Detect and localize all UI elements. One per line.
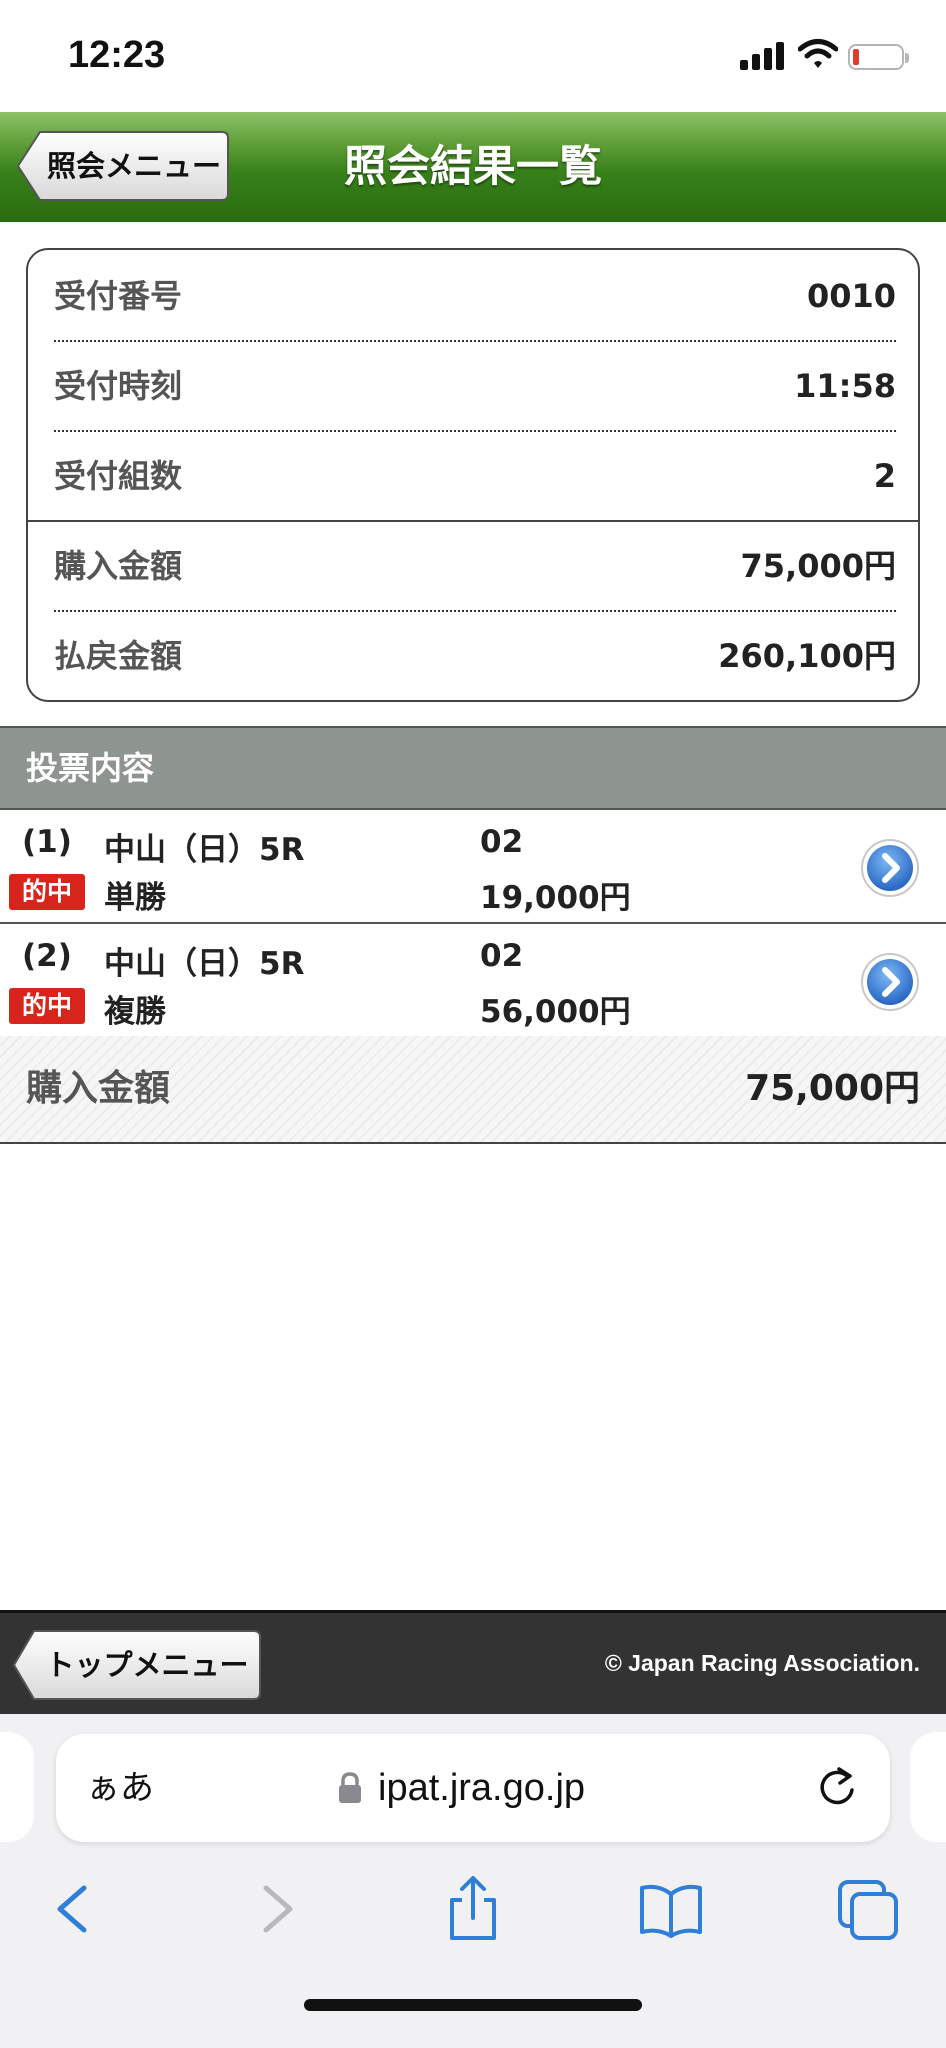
bet-amount: 56,000円: [480, 994, 631, 1030]
tabs-icon[interactable]: [834, 1874, 904, 1944]
summary-value: 75,000円: [740, 547, 897, 585]
summary-value: 0010: [806, 277, 896, 315]
summary-value: 260,100円: [718, 637, 896, 675]
section-title: 投票内容: [26, 749, 155, 787]
bet-row[interactable]: (1) 的中 中山（日）5R 単勝 02 19,000円: [0, 810, 946, 924]
summary-row-set-count: 受付組数 2: [54, 432, 896, 520]
summary-row-receipt-number: 受付番号 0010: [54, 252, 896, 340]
bet-amount: 19,000円: [480, 880, 631, 916]
bookmarks-icon[interactable]: [636, 1874, 706, 1944]
hit-badge: 的中: [9, 874, 85, 910]
status-bar: 12:23: [0, 0, 946, 112]
summary-value: 2: [873, 457, 896, 495]
forward-arrow-icon[interactable]: [242, 1874, 312, 1944]
bet-horse-number: 02: [480, 938, 524, 974]
summary-label: 受付時刻: [54, 367, 183, 405]
cellular-signal-icon: [740, 42, 784, 70]
summary-label: 受付番号: [54, 277, 183, 315]
next-tab-edge[interactable]: [910, 1732, 946, 1842]
summary-label: 払戻金額: [54, 637, 183, 675]
bet-row[interactable]: (2) 的中 中山（日）5R 複勝 02 56,000円: [0, 924, 946, 1038]
nav-header: 照会メニュー 照会結果一覧: [0, 112, 946, 222]
bet-type: 単勝: [104, 880, 166, 916]
copyright-text: © Japan Racing Association.: [604, 1650, 920, 1676]
address-bar[interactable]: ぁあ ipat.jra.go.jp: [56, 1734, 890, 1842]
summary-label: 受付組数: [54, 457, 183, 495]
summary-label: 購入金額: [54, 547, 183, 585]
previous-tab-edge[interactable]: [0, 1732, 34, 1842]
url-text: ipat.jra.go.jp: [378, 1767, 586, 1809]
status-time: 12:23: [68, 34, 166, 76]
summary-row-payout-amount: 払戻金額 260,100円: [54, 612, 896, 700]
total-value: 75,000円: [745, 1068, 920, 1109]
section-header-bet-contents: 投票内容: [0, 726, 946, 810]
reload-icon[interactable]: [814, 1764, 860, 1810]
text-size-button[interactable]: ぁあ: [86, 1734, 154, 1842]
wifi-icon: [798, 39, 838, 68]
bet-type: 複勝: [104, 994, 166, 1030]
back-arrow-icon[interactable]: [38, 1874, 108, 1944]
bet-number: (1): [22, 824, 72, 860]
bet-venue-race: 中山（日）5R: [104, 832, 305, 868]
chevron-right-circle-icon[interactable]: [860, 952, 920, 1012]
share-icon[interactable]: [438, 1874, 508, 1944]
battery-icon: [848, 44, 909, 70]
bet-horse-number: 02: [480, 824, 524, 860]
total-label: 購入金額: [26, 1068, 171, 1109]
purchase-total-bar: 購入金額 75,000円: [0, 1036, 946, 1144]
top-menu-label: トップメニュー: [45, 1648, 249, 1682]
chevron-right-circle-icon[interactable]: [860, 838, 920, 898]
summary-row-receipt-time: 受付時刻 11:58: [54, 342, 896, 430]
summary-row-purchase-amount: 購入金額 75,000円: [54, 522, 896, 610]
browser-toolbar: ぁあ ipat.jra.go.jp: [0, 1714, 946, 2048]
hit-badge: 的中: [9, 988, 85, 1024]
home-indicator[interactable]: [304, 1999, 642, 2011]
lock-icon: [339, 1772, 361, 1803]
bet-venue-race: 中山（日）5R: [104, 946, 305, 982]
inquiry-summary-card: 受付番号 0010 受付時刻 11:58 受付組数 2 購入金額 75,000円…: [26, 248, 920, 702]
page-footer: トップメニュー © Japan Racing Association.: [0, 1610, 946, 1714]
page-title: 照会結果一覧: [344, 142, 602, 192]
bet-number: (2): [22, 938, 72, 974]
summary-value: 11:58: [794, 367, 896, 405]
top-menu-button[interactable]: トップメニュー: [12, 1629, 262, 1701]
